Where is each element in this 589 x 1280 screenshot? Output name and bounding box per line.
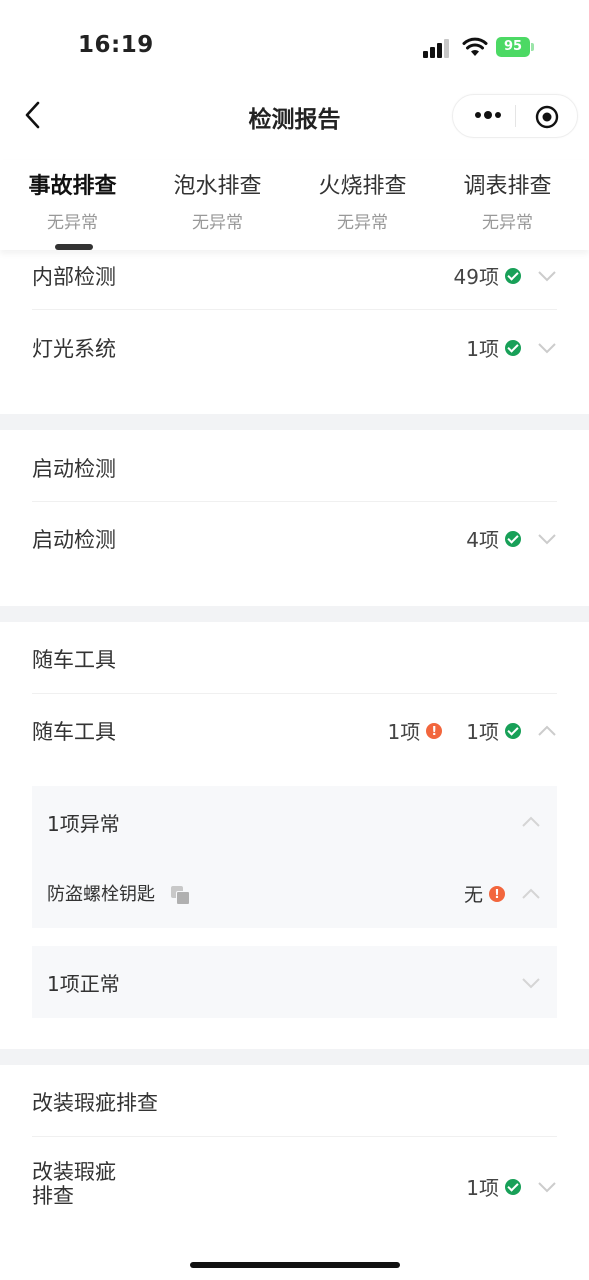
section-title: 启动检测: [32, 457, 116, 481]
check-circle-icon: [505, 339, 521, 356]
tab-status: 无异常: [192, 213, 243, 233]
check-circle-icon: [505, 1178, 521, 1195]
check-circle-icon: [505, 722, 521, 739]
section-title-tools: 随车工具: [32, 644, 557, 674]
chevron-down-icon: [538, 270, 556, 281]
inspection-tabs: 事故排查 无异常 泡水排查 无异常 火烧排查 无异常 调表排查 无异常: [0, 160, 589, 250]
divider: [32, 501, 557, 502]
chevron-up-icon[interactable]: [521, 888, 541, 900]
divider: [32, 309, 557, 310]
row-label: 改装瑕疵 排查: [32, 1160, 116, 1208]
section-separator: [0, 414, 589, 430]
warning-circle-icon: !: [489, 885, 505, 902]
row-lighting[interactable]: 灯光系统 1项: [32, 333, 557, 363]
row-label-line: 排查: [32, 1184, 74, 1208]
tab-label: 事故排查: [28, 174, 117, 199]
battery-icon: 95: [496, 37, 536, 57]
row-tools[interactable]: 随车工具 1项 ! 1项: [32, 716, 557, 746]
chevron-down-icon: [522, 978, 540, 989]
item-label: 防盗螺栓钥匙: [47, 884, 155, 905]
abnormal-group: 1项异常 防盗螺栓钥匙 无 !: [32, 786, 557, 928]
more-icon[interactable]: [473, 105, 503, 125]
ok-count: 4项: [466, 528, 499, 552]
tab-accident[interactable]: 事故排查 无异常: [0, 168, 145, 233]
cellular-signal-icon: [423, 39, 449, 58]
chevron-down-icon: [538, 533, 556, 544]
copy-icon[interactable]: [170, 886, 190, 905]
tab-label: 泡水排查: [173, 174, 262, 199]
check-circle-icon: [505, 267, 521, 284]
chevron-up-icon[interactable]: [521, 816, 541, 828]
chevron-down-icon: [538, 342, 556, 353]
section-title-modification: 改装瑕疵排查: [32, 1087, 557, 1117]
tab-status: 无异常: [47, 213, 98, 233]
section-title: 随车工具: [32, 648, 116, 672]
tab-fire[interactable]: 火烧排查 无异常: [290, 168, 435, 233]
ok-count: 1项: [466, 337, 499, 361]
row-label: 启动检测: [32, 528, 116, 552]
row-modification[interactable]: 改装瑕疵 排查 1项: [32, 1160, 557, 1210]
item-value: 无: [463, 884, 483, 906]
check-circle-icon: [505, 530, 521, 547]
error-count: 1项: [387, 720, 421, 744]
tab-label: 火烧排查: [318, 174, 407, 199]
section-title-startup: 启动检测: [32, 453, 557, 483]
abnormal-group-title[interactable]: 1项异常: [47, 808, 120, 837]
tab-status: 无异常: [482, 213, 533, 233]
tab-status: 无异常: [337, 213, 388, 233]
tab-odometer[interactable]: 调表排查 无异常: [435, 168, 580, 233]
section-separator: [0, 1049, 589, 1065]
chevron-up-icon: [538, 725, 556, 736]
normal-group[interactable]: 1项正常: [32, 946, 557, 1018]
nav-bar: 检测报告: [0, 90, 589, 140]
row-startup[interactable]: 启动检测 4项: [32, 524, 557, 554]
wifi-icon: [462, 37, 488, 56]
warning-circle-icon: !: [426, 722, 443, 739]
status-time: 16:19: [78, 32, 154, 58]
status-bar: 16:19 95: [0, 0, 589, 90]
row-label-line: 改装瑕疵: [32, 1160, 116, 1184]
abnormal-item[interactable]: 防盗螺栓钥匙: [47, 880, 190, 906]
row-interior[interactable]: 内部检测 49项: [32, 261, 557, 291]
section-separator: [0, 606, 589, 622]
battery-level: 95: [496, 37, 530, 57]
tab-flood[interactable]: 泡水排查 无异常: [145, 168, 290, 233]
row-label: 内部检测: [32, 265, 116, 289]
divider: [32, 693, 557, 694]
close-miniprogram-icon[interactable]: [535, 105, 559, 129]
active-tab-indicator: [55, 244, 93, 250]
chevron-down-icon: [538, 1181, 556, 1192]
row-label: 灯光系统: [32, 337, 116, 361]
ok-count: 1项: [466, 1176, 499, 1200]
normal-group-title: 1项正常: [47, 972, 120, 996]
section-title: 改装瑕疵排查: [32, 1091, 158, 1115]
home-indicator[interactable]: [190, 1262, 400, 1268]
divider: [32, 1136, 557, 1137]
abnormal-item-value: 无 !: [464, 880, 541, 907]
row-label: 随车工具: [32, 720, 116, 744]
miniprogram-capsule: [452, 94, 578, 138]
ok-count: 1项: [466, 720, 499, 744]
tab-label: 调表排查: [463, 174, 552, 199]
ok-count: 49项: [453, 265, 499, 289]
